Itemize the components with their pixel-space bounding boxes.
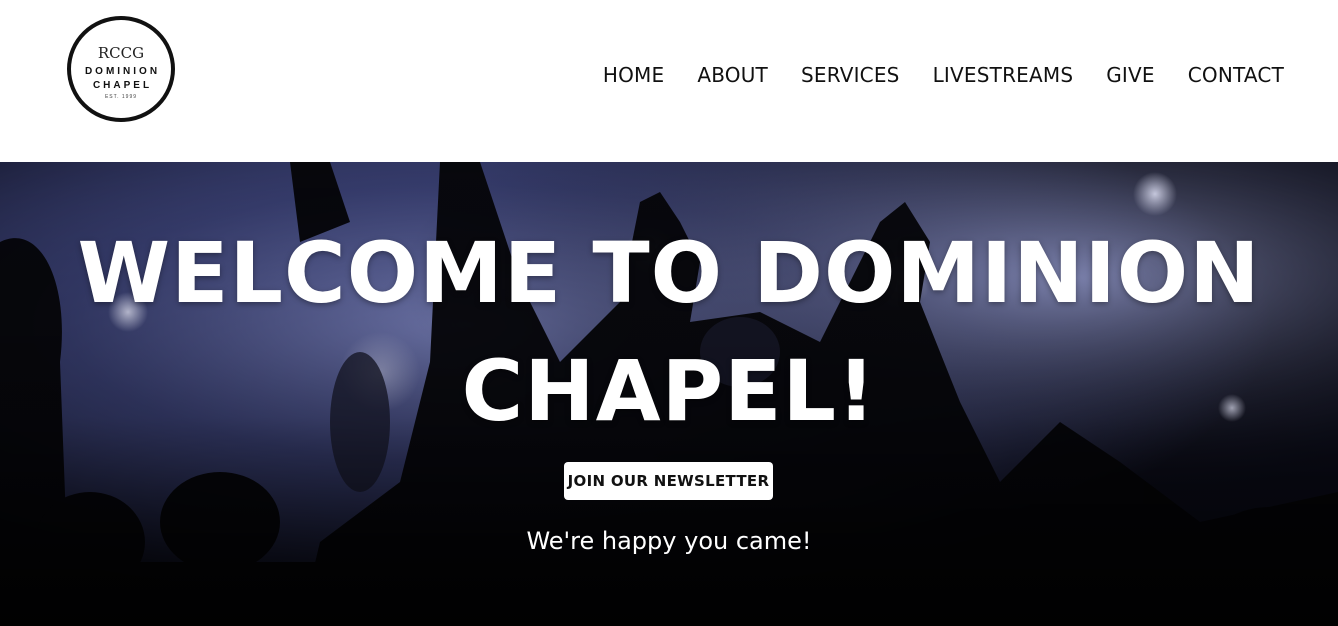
hero-section: WELCOME TO DOMINION CHAPEL! JOIN OUR NEW… [0, 162, 1338, 626]
join-newsletter-button[interactable]: JOIN OUR NEWSLETTER [564, 462, 773, 500]
nav-about[interactable]: ABOUT [697, 63, 768, 87]
nav-contact[interactable]: CONTACT [1188, 63, 1284, 87]
nav-services[interactable]: SERVICES [801, 63, 900, 87]
nav-give[interactable]: GIVE [1106, 63, 1155, 87]
main-nav: HOME ABOUT SERVICES LIVESTREAMS GIVE CON… [603, 63, 1284, 87]
hero-title: WELCOME TO DOMINION CHAPEL! [77, 224, 1261, 440]
church-logo[interactable]: RCCG DOMINION CHAPEL EST. 1999 [67, 16, 175, 122]
nav-livestreams[interactable]: LIVESTREAMS [933, 63, 1074, 87]
logo-dominion-text: DOMINION [84, 66, 161, 77]
logo-chapel-text: CHAPEL [92, 80, 153, 91]
nav-home[interactable]: HOME [603, 63, 664, 87]
hero-tagline: We're happy you came! [526, 527, 812, 555]
site-header: RCCG DOMINION CHAPEL EST. 1999 HOME ABOU… [0, 0, 1338, 162]
logo-est-text: EST. 1999 [104, 94, 138, 100]
logo-rccg-text: RCCG [97, 44, 145, 62]
